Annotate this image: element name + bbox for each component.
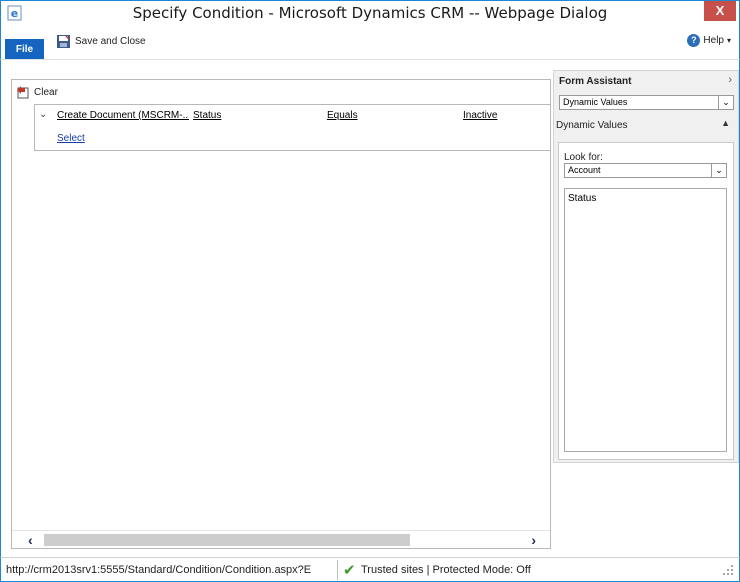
divider bbox=[337, 560, 338, 580]
clear-label: Clear bbox=[34, 86, 58, 98]
collapse-icon[interactable]: ▲ bbox=[721, 118, 730, 128]
condition-entity[interactable]: Create Document (MSCRM-... bbox=[57, 110, 189, 121]
dynamic-values-section-label: Dynamic Values bbox=[556, 120, 628, 131]
condition-value[interactable]: Inactive bbox=[463, 110, 497, 121]
chevron-down-icon[interactable]: ⌄ bbox=[39, 109, 47, 120]
title-bar: e Specify Condition - Microsoft Dynamics… bbox=[0, 0, 740, 26]
close-button[interactable]: X bbox=[704, 1, 736, 21]
save-icon bbox=[57, 34, 70, 48]
field-list[interactable]: Status bbox=[564, 188, 727, 452]
dynamic-values-panel: Look for: Account ⌄ Status bbox=[558, 142, 734, 460]
condition-panel: Clear ⌄ Create Document (MSCRM-... Statu… bbox=[11, 79, 551, 549]
form-assistant-title: Form Assistant bbox=[559, 76, 632, 87]
help-label: Help bbox=[703, 35, 724, 46]
chevron-right-icon[interactable]: › bbox=[728, 74, 732, 86]
clear-button[interactable]: Clear bbox=[12, 80, 550, 104]
chevron-down-icon[interactable]: ⌄ bbox=[711, 164, 726, 177]
assistant-mode-value: Dynamic Values bbox=[563, 97, 628, 107]
security-zone: Trusted sites | Protected Mode: Off bbox=[361, 564, 531, 576]
scroll-right-icon[interactable]: › bbox=[531, 532, 536, 548]
status-bar: http://crm2013srv1:5555/Standard/Conditi… bbox=[0, 557, 740, 582]
check-icon: ✔ bbox=[343, 562, 356, 579]
help-icon: ? bbox=[687, 34, 701, 47]
save-and-close-button[interactable]: Save and Close bbox=[56, 32, 146, 50]
look-for-dropdown[interactable]: Account ⌄ bbox=[564, 163, 727, 178]
chevron-down-icon[interactable]: ⌄ bbox=[718, 96, 733, 109]
file-tab[interactable]: File bbox=[5, 39, 44, 59]
save-and-close-label: Save and Close bbox=[75, 35, 146, 47]
scroll-left-icon[interactable]: ‹ bbox=[28, 532, 33, 548]
help-menu[interactable]: ? Help ▾ bbox=[687, 34, 731, 47]
status-url: http://crm2013srv1:5555/Standard/Conditi… bbox=[6, 564, 312, 576]
horizontal-scrollbar[interactable]: ‹ › bbox=[12, 530, 550, 548]
condition-group: ⌄ Create Document (MSCRM-... Status Equa… bbox=[34, 104, 550, 151]
condition-field[interactable]: Status bbox=[193, 110, 221, 121]
form-assistant: Form Assistant › Dynamic Values ⌄ Dynami… bbox=[553, 70, 739, 463]
resize-grip-icon[interactable] bbox=[721, 563, 735, 577]
window-title: Specify Condition - Microsoft Dynamics C… bbox=[132, 4, 608, 22]
look-for-value: Account bbox=[568, 165, 601, 175]
dialog-content: Clear ⌄ Create Document (MSCRM-... Statu… bbox=[0, 60, 740, 557]
condition-operator[interactable]: Equals bbox=[327, 110, 358, 121]
scrollbar-thumb[interactable] bbox=[44, 534, 410, 546]
look-for-label: Look for: bbox=[564, 152, 603, 163]
list-item[interactable]: Status bbox=[568, 193, 596, 204]
condition-row: ⌄ Create Document (MSCRM-... Status Equa… bbox=[35, 105, 551, 127]
clear-icon bbox=[17, 86, 29, 99]
chevron-down-icon: ▾ bbox=[726, 36, 731, 45]
assistant-mode-dropdown[interactable]: Dynamic Values ⌄ bbox=[559, 95, 734, 110]
select-link[interactable]: Select bbox=[57, 133, 85, 144]
ribbon: File Save and Close ? Help ▾ bbox=[0, 26, 740, 60]
